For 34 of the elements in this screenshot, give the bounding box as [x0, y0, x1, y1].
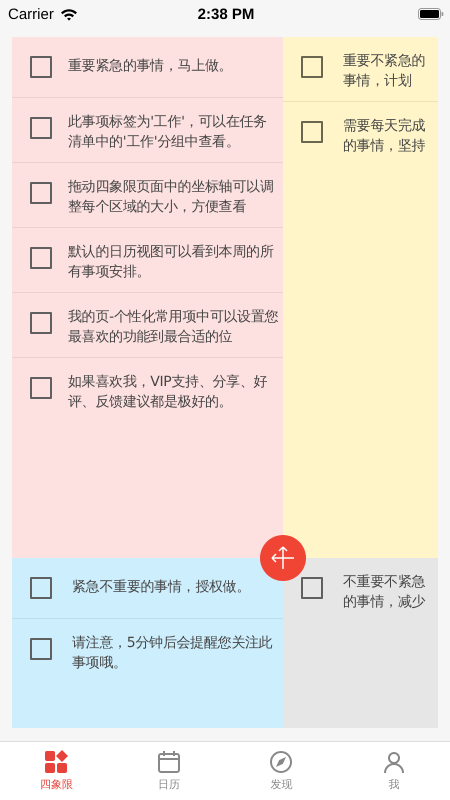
checkbox[interactable] [301, 56, 323, 78]
carrier-label: Carrier [8, 6, 54, 22]
task-text: 需要每天完成的事情，坚持 [343, 117, 426, 156]
task-text: 不重要不紧急的事情，减少 [343, 573, 426, 612]
checkbox[interactable] [301, 121, 323, 143]
checkbox[interactable] [30, 577, 52, 599]
task-text: 拖动四象限页面中的坐标轴可以调整每个区域的大小，方便查看 [68, 178, 275, 217]
task-text: 重要紧急的事情，马上做。 [68, 57, 232, 76]
tab[interactable]: 发现 [225, 742, 338, 800]
task-text: 默认的日历视图可以看到本周的所有事项安排。 [68, 243, 275, 282]
task-text: 紧急不重要的事情，授权做。 [72, 578, 250, 597]
task-text: 如果喜欢我，VIP支持、分享、好评、反馈建议都是极好的。 [68, 373, 268, 412]
clock-time: 2:38 PM [198, 6, 254, 22]
checkbox[interactable] [30, 56, 52, 78]
checkbox[interactable] [30, 638, 52, 660]
task-text: 请注意，5分钟后会提醒您关注此事项哦。 [72, 634, 273, 673]
tab-icon [269, 750, 294, 774]
tab-icon [382, 750, 406, 774]
tab-icon [156, 750, 181, 774]
checkbox[interactable] [30, 247, 52, 269]
checkbox[interactable] [30, 377, 52, 399]
task-text: 我的页-个性化常用项中可以设置您最喜欢的功能到最合适的位 [68, 308, 279, 347]
wifi-icon [60, 8, 78, 20]
tab[interactable]: 日历 [112, 742, 225, 800]
checkbox[interactable] [30, 117, 52, 139]
tab[interactable]: 我 [338, 742, 450, 800]
task-text: 此事项标签为'工作'，可以在任务清单中的'工作'分组中查看。 [68, 113, 268, 152]
checkbox[interactable] [30, 182, 52, 204]
checkbox[interactable] [301, 577, 323, 599]
battery-icon [418, 8, 444, 20]
tab-icon [44, 750, 68, 774]
task-text: 重要不紧急的事情，计划 [343, 52, 426, 91]
tab[interactable]: 四象限 [0, 742, 112, 800]
checkbox[interactable] [30, 312, 52, 334]
